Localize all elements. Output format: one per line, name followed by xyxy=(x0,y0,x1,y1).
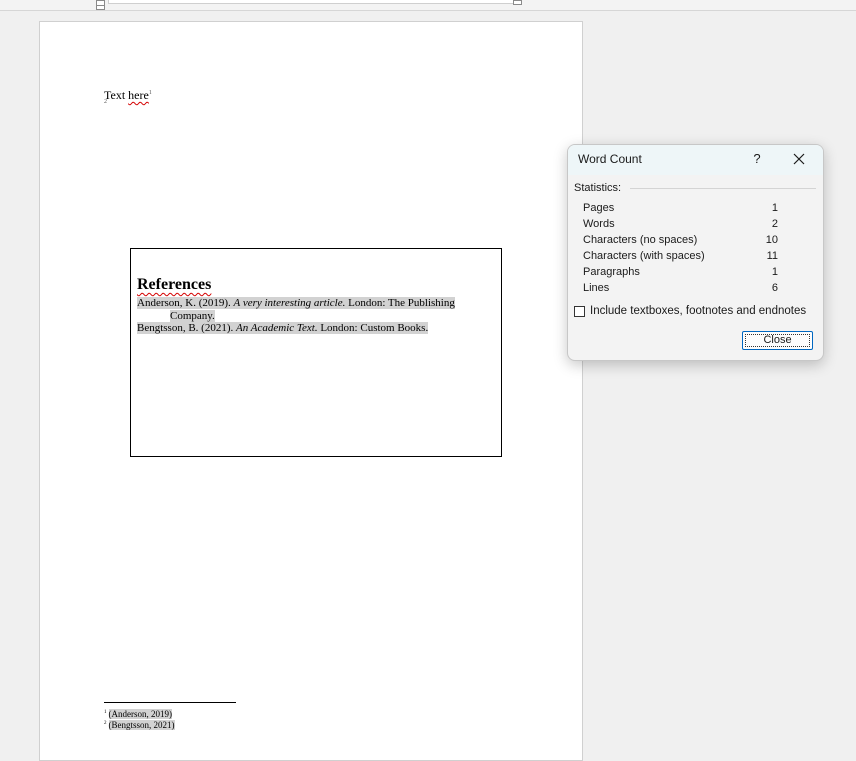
stat-label: Characters (no spaces) xyxy=(583,234,698,246)
footnote-reference-1: 1 xyxy=(148,90,152,96)
stat-row-pages: Pages 1 xyxy=(583,202,778,218)
stat-value: 10 xyxy=(765,234,778,246)
ruler-track xyxy=(108,0,520,4)
references-text-box[interactable]: References Anderson, K. (2019). A very i… xyxy=(130,248,502,457)
stat-label: Pages xyxy=(583,202,615,214)
body-text-word: Text xyxy=(104,88,129,102)
stat-value: 1 xyxy=(771,202,778,214)
stat-row-paragraphs: Paragraphs 1 xyxy=(583,266,778,282)
stat-value: 11 xyxy=(766,250,778,262)
footnote-2: 2 (Bengtsson, 2021) xyxy=(104,720,175,730)
left-indent-marker[interactable] xyxy=(96,0,105,10)
references-heading: References xyxy=(137,276,212,293)
stat-label: Words xyxy=(583,218,615,230)
reference-entry-2: Bengtsson, B. (2021). An Academic Text. … xyxy=(137,322,429,334)
stat-row-characters-with-spaces: Characters (with spaces) 11 xyxy=(583,250,778,266)
footnote-separator xyxy=(104,702,236,703)
horizontal-ruler xyxy=(0,0,856,11)
dialog-title: Word Count xyxy=(578,152,642,166)
stat-row-characters-no-spaces: Characters (no spaces) 10 xyxy=(583,234,778,250)
stat-value: 2 xyxy=(771,218,778,230)
dialog-title-bar[interactable]: Word Count ? xyxy=(568,145,823,175)
close-icon[interactable] xyxy=(791,151,807,167)
reference-entry-1: Anderson, K. (2019). A very interesting … xyxy=(137,297,455,309)
right-indent-marker[interactable] xyxy=(513,0,522,5)
include-textboxes-checkbox[interactable] xyxy=(574,305,585,317)
statistics-label: Statistics: xyxy=(574,182,622,194)
stat-value: 1 xyxy=(771,266,778,278)
include-textboxes-checkbox-row[interactable]: Include textboxes, footnotes and endnote… xyxy=(574,303,806,319)
footnote-reference-2: 2 xyxy=(104,99,107,105)
include-textboxes-label: Include textboxes, footnotes and endnote… xyxy=(590,305,807,317)
stat-row-words: Words 2 xyxy=(583,218,778,234)
document-page[interactable]: Text here1 2 References Anderson, K. (20… xyxy=(39,21,583,761)
word-count-dialog: Word Count ? Statistics: Pages 1 Words 2… xyxy=(567,144,824,361)
stat-label: Lines xyxy=(583,282,610,294)
body-text-misspelled-word: here xyxy=(128,88,149,102)
stat-row-lines: Lines 6 xyxy=(583,282,778,298)
help-button[interactable]: ? xyxy=(750,151,764,166)
stat-label: Characters (with spaces) xyxy=(583,250,705,262)
stat-label: Paragraphs xyxy=(583,266,640,278)
body-paragraph[interactable]: Text here1 xyxy=(104,88,152,103)
close-button[interactable]: Close xyxy=(742,331,813,350)
stat-value: 6 xyxy=(771,282,778,294)
statistics-divider xyxy=(630,188,816,189)
